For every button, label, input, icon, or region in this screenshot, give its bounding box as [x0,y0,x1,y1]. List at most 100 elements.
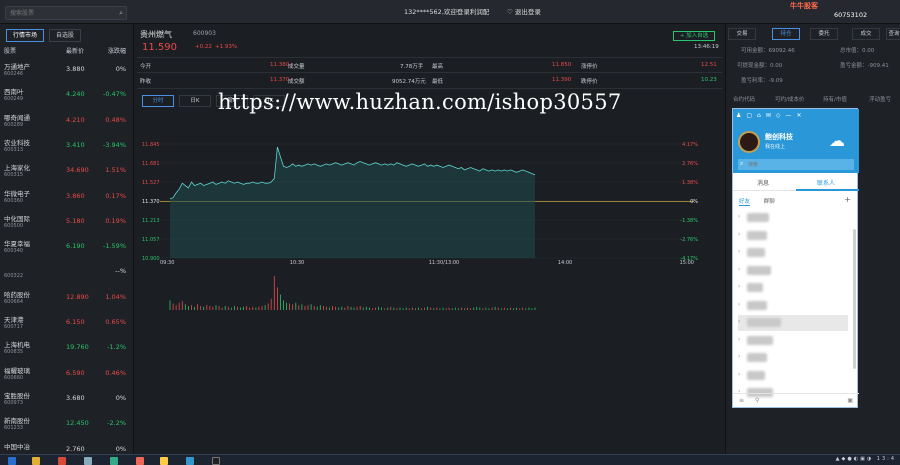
volume-bar [494,306,496,310]
tab-messages[interactable]: 消息 [757,178,769,187]
volume-bar [338,307,340,310]
contact-group[interactable]: › [738,315,848,331]
volume-bar [246,306,248,310]
avatar[interactable] [738,131,760,153]
qq-window-buttons[interactable]: ♟▢⌂✉◇—✕ [736,112,807,119]
app-icon[interactable]: ▣ [847,397,853,404]
tab-watchlist[interactable]: 自选股 [48,29,81,42]
volume-bar [436,307,438,310]
volume-bar [405,307,407,310]
volume-bar [411,307,413,310]
stock-search[interactable]: ⌕ [5,6,127,20]
stock-row-name: 上海机电 [4,341,30,350]
stock-row[interactable]: 万通地产 600246 3.880 0% [4,58,130,84]
volume-bar [430,307,432,310]
volume-bar [175,305,177,310]
tab-intraday[interactable]: 分时 [142,95,174,107]
menu-icon[interactable]: ≡ [739,397,744,404]
volume-bar [519,308,521,310]
qq-search[interactable]: ⌕ [738,159,854,170]
tab-query[interactable]: 查询 [886,28,900,40]
stock-row[interactable]: 上海家化 600315 34.690 1.51% [4,159,130,185]
stock-row[interactable]: 农业科技 600313 3.410 -3.94% [4,134,130,160]
stock-search-input[interactable] [6,7,106,19]
volume-bar [534,307,536,310]
search-icon: ⌕ [740,160,744,167]
app-icon[interactable] [84,457,92,465]
tab-orders[interactable]: 委托 [810,28,838,40]
stock-row[interactable]: 600322 --% [4,260,130,286]
contact-group[interactable]: › [738,350,848,366]
volume-bar [270,298,272,310]
explorer-icon[interactable] [32,457,40,465]
volume-bar [467,307,468,310]
qq-nickname: 鲍创科技 [765,133,793,141]
stock-row-price: 3.680 [66,393,85,402]
stock-row-price: 34.690 [66,166,89,175]
quote-label: 跌停价 [581,79,598,85]
system-tray[interactable]: ▲◆●◐▣◑ 13:4 [836,456,896,462]
profit-rate: 盈亏利率：-9.09 [741,78,783,84]
qq-window[interactable]: ♟▢⌂✉◇—✕ 鲍创科技 我在线上 ☁ ⌕ 消息 联系人 好友 群聊 + › › ›… [732,108,859,408]
stock-row[interactable]: 华夏幸福 600340 6.190 -1.59% [4,235,130,261]
stock-row[interactable]: 哪奇闻通 600289 4.210 0.48% [4,109,130,135]
watermark-text: https://www.huzhan.com/ishop30557 [218,90,622,114]
contact-group[interactable]: › [738,333,848,349]
contact-group[interactable]: › [738,245,848,261]
app-icon[interactable] [186,457,194,465]
add-watchlist-button[interactable]: + 加入自选 [673,31,715,41]
stock-row[interactable]: 哈药股份 600664 12.890 1.04% [4,286,130,312]
stock-row[interactable]: 华微电子 600360 3.860 0.17% [4,185,130,211]
stock-row-code: 600835 [4,349,24,356]
tab-position[interactable]: 持仓 [772,28,800,40]
contact-group[interactable]: › [738,368,848,384]
qq-search-input[interactable] [738,159,848,170]
volume-bar [497,307,499,310]
volume-bar [283,300,284,310]
scrollbar[interactable] [853,229,856,369]
search-icon[interactable]: ⌕ [119,9,123,18]
tab-contacts[interactable]: 联系人 [817,178,835,187]
subtab-friends[interactable]: 好友 [739,199,751,206]
contact-group[interactable]: › [738,263,848,279]
stock-row[interactable]: 新南股份 601233 12.450 -2.2% [4,412,130,438]
volume-bar [181,301,183,310]
x-tick: 14:00 [558,260,572,266]
blurred-name [747,230,767,240]
app-icon[interactable] [136,457,144,465]
volume-bar [206,305,208,310]
price-area [170,147,535,258]
tab-deals[interactable]: 成交 [852,28,880,40]
contact-group[interactable]: › [738,298,848,314]
logout-link[interactable]: ♡ 退出登录 [507,6,541,16]
qq-icon[interactable] [212,457,220,465]
start-icon[interactable] [8,457,16,465]
stock-row-change: 0.65% [105,318,126,326]
subtab-groups[interactable]: 群聊 [764,199,775,205]
stock-row[interactable]: 上海机电 600835 19.760 -1.2% [4,336,130,362]
app-icon[interactable] [110,457,118,465]
contact-group[interactable]: › [738,280,848,296]
quote-value: 12.51 [701,62,717,68]
app-icon[interactable] [160,457,168,465]
stock-row[interactable]: 中化国际 600500 5.180 0.19% [4,210,130,236]
chevron-right-icon: › [738,230,741,238]
quote-label: 成交额 [288,79,305,85]
divider [137,72,722,73]
stock-row[interactable]: 天津港 600717 6.150 0.65% [4,311,130,337]
intraday-chart[interactable]: 11.845 11.681 11.527 11.370 11.213 11.057 10.9… [140,138,700,403]
stock-row[interactable]: 宝胜股份 600973 3.680 0% [4,387,130,413]
contact-group[interactable]: › [738,210,848,226]
cloud-icon[interactable]: ☁ [829,131,845,150]
browser-icon[interactable] [58,457,66,465]
tab-trade[interactable]: 交易 [728,28,756,40]
add-contact-icon[interactable]: + [844,195,851,204]
tab-daily-k[interactable]: 日K [178,95,211,107]
stock-row[interactable]: 福耀玻璃 600660 6.590 0.46% [4,362,130,388]
volume-bar [528,307,530,310]
tab-market[interactable]: 行情市场 [6,29,45,42]
tools-icon[interactable]: ⚲ [755,397,759,404]
tray-clock: 13:4 [876,456,896,462]
stock-row[interactable]: 西南叶 600249 4.240 -0.47% [4,83,130,109]
contact-group[interactable]: › [738,228,848,244]
